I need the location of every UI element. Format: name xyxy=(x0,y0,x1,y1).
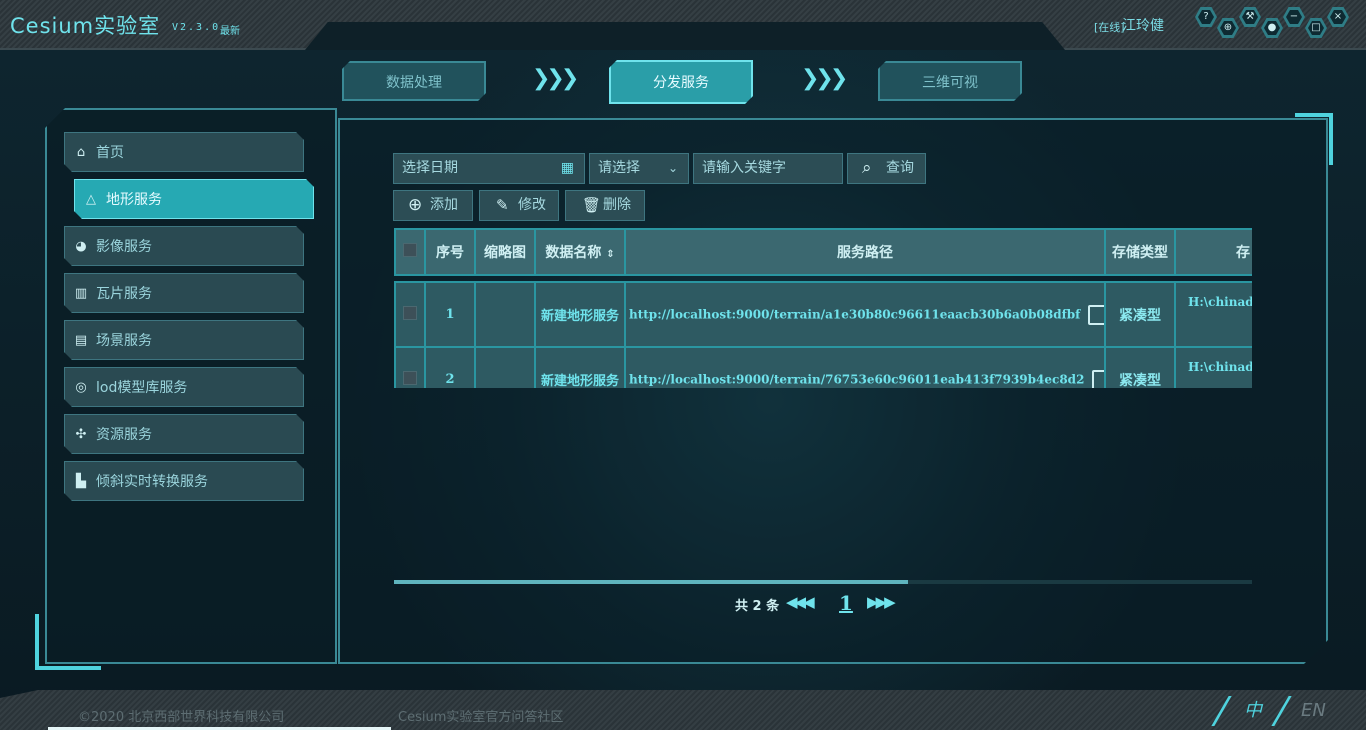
oblique-icon: ▙ xyxy=(76,474,86,489)
sidebar-item-oblique[interactable]: ▙ 倾斜实时转换服务 xyxy=(64,461,304,501)
row-name: 新建地形服务 xyxy=(534,346,626,388)
row-path-cell: http://localhost:9000/terrain/76753e60c9… xyxy=(624,346,1106,388)
terrain-icon: △ xyxy=(86,192,96,207)
tab-3d-visual[interactable]: 三维可视 xyxy=(878,61,1022,101)
query-label: 查询 xyxy=(886,160,914,176)
row-path: http://localhost:9000/terrain/76753e60c9… xyxy=(629,372,1085,386)
sidebar-item-terrain[interactable]: △ 地形服务 xyxy=(74,179,314,219)
sidebar-item-label: 场景服务 xyxy=(96,333,152,349)
current-page[interactable]: 1 xyxy=(839,591,853,615)
row-thumbnail xyxy=(474,281,536,348)
step-arrow-icon: ❯❯❯ xyxy=(801,66,848,91)
date-picker[interactable]: 选择日期 ▦ xyxy=(393,153,585,184)
add-label: 添加 xyxy=(430,197,458,213)
column-header: 服务路径 xyxy=(624,228,1106,276)
pager-total: 共 2 条 xyxy=(735,599,780,614)
tiles-icon: ▥ xyxy=(74,286,88,301)
prev-page-icon[interactable]: ◀◀◀ xyxy=(786,593,815,611)
column-header: 缩略图 xyxy=(474,228,536,276)
select-all-checkbox[interactable] xyxy=(403,243,417,257)
table-row[interactable]: 2 新建地形服务 http://localhost:9000/terrain/7… xyxy=(394,346,1252,388)
table-row[interactable]: 1 新建地形服务 http://localhost:9000/terrain/a… xyxy=(394,281,1252,348)
service-table: 序号 缩略图 数据名称 ⇕ 服务路径 存储类型 存 1 新建地形服务 http:… xyxy=(394,228,1252,388)
tab-distribute-service[interactable]: 分发服务 xyxy=(609,60,753,104)
scene-icon: ▤ xyxy=(74,333,88,348)
search-icon: ⌕ xyxy=(862,158,872,178)
sort-icon[interactable]: ⇕ xyxy=(606,249,614,260)
delete-label: 删除 xyxy=(603,197,631,213)
column-header: 序号 xyxy=(424,228,476,276)
app-title: Cesium实验室 xyxy=(10,14,161,38)
row-name: 新建地形服务 xyxy=(534,281,626,348)
tab-data-processing[interactable]: 数据处理 xyxy=(342,61,486,101)
corner-decoration xyxy=(1295,113,1333,165)
row-path: http://localhost:9000/terrain/a1e30b80c9… xyxy=(629,307,1081,321)
footer-community-link[interactable]: Cesium实验室官方问答社区 xyxy=(398,706,563,725)
home-icon: ⌂ xyxy=(76,145,86,160)
sidebar-item-label: 地形服务 xyxy=(106,192,162,208)
plus-circle-icon: ⊕ xyxy=(408,195,423,215)
calendar-icon: ▦ xyxy=(560,160,574,176)
type-select[interactable]: 请选择 ⌄ xyxy=(589,153,689,184)
sidebar-item-imagery[interactable]: ◕ 影像服务 xyxy=(64,226,304,266)
date-placeholder: 选择日期 xyxy=(402,160,458,176)
table-header-row: 序号 缩略图 数据名称 ⇕ 服务路径 存储类型 存 xyxy=(394,228,1252,276)
keyword-input[interactable]: 请输入关键字 xyxy=(693,153,843,184)
trash-icon: 🗑 xyxy=(582,196,602,214)
row-storage-path: H:\chinadi xyxy=(1174,281,1252,348)
copy-icon[interactable] xyxy=(1092,369,1103,388)
next-page-icon[interactable]: ▶▶▶ xyxy=(867,593,896,611)
select-value: 请选择 xyxy=(598,160,640,176)
sidebar-item-label: 瓦片服务 xyxy=(96,286,152,302)
query-button[interactable]: ⌕ 查询 xyxy=(847,153,926,184)
user-name[interactable]: 江玲健 xyxy=(1122,15,1164,35)
sidebar-item-resource[interactable]: ✣ 资源服务 xyxy=(64,414,304,454)
row-checkbox[interactable] xyxy=(403,305,417,320)
sidebar-item-tiles[interactable]: ▥ 瓦片服务 xyxy=(64,273,304,313)
sidebar-item-label: 资源服务 xyxy=(96,427,152,443)
row-index: 1 xyxy=(424,281,476,348)
scrollbar-thumb[interactable] xyxy=(394,580,908,584)
column-header: 存储类型 xyxy=(1104,228,1176,276)
row-storage-path: H:\chinadi xyxy=(1174,346,1252,388)
imagery-icon: ◕ xyxy=(75,239,87,254)
sidebar-item-label: lod模型库服务 xyxy=(96,380,188,396)
app-version: V2.3.0 xyxy=(172,22,221,33)
sidebar-item-label: 倾斜实时转换服务 xyxy=(96,474,208,490)
row-index: 2 xyxy=(424,346,476,388)
delete-button[interactable]: 🗑 删除 xyxy=(565,190,645,221)
column-header-sortable[interactable]: 数据名称 ⇕ xyxy=(534,228,626,276)
sidebar-item-label: 首页 xyxy=(96,145,124,161)
lod-icon: ◎ xyxy=(75,380,87,395)
edit-button[interactable]: ✎ 修改 xyxy=(479,190,559,221)
user-status: [在线] xyxy=(1094,21,1125,34)
sidebar-item-label: 影像服务 xyxy=(96,239,152,255)
row-thumbnail xyxy=(474,346,536,388)
row-storage-type: 紧凑型 xyxy=(1104,346,1176,388)
edit-label: 修改 xyxy=(518,197,546,213)
keyword-placeholder: 请输入关键字 xyxy=(702,160,786,176)
select-all-cell[interactable] xyxy=(394,228,426,276)
resource-icon: ✣ xyxy=(75,427,87,442)
row-checkbox[interactable] xyxy=(403,370,417,385)
row-storage-type: 紧凑型 xyxy=(1104,281,1176,348)
sidebar-item-scene[interactable]: ▤ 场景服务 xyxy=(64,320,304,360)
row-path-cell: http://localhost:9000/terrain/a1e30b80c9… xyxy=(624,281,1106,348)
version-badge: 最新 xyxy=(220,26,240,37)
sidebar-item-home[interactable]: ⌂ 首页 xyxy=(64,132,304,172)
add-button[interactable]: ⊕ 添加 xyxy=(393,190,473,221)
column-header: 存 xyxy=(1174,228,1252,276)
footer-copyright: ©2020 北京西部世界科技有限公司 xyxy=(78,710,285,725)
step-arrow-icon: ❯❯❯ xyxy=(532,66,579,91)
chevron-down-icon: ⌄ xyxy=(667,161,678,175)
sidebar-item-lod[interactable]: ◎ lod模型库服务 xyxy=(64,367,304,407)
corner-decoration xyxy=(35,614,101,670)
copy-icon[interactable] xyxy=(1088,304,1103,325)
horizontal-scrollbar[interactable] xyxy=(394,580,1252,584)
pencil-icon: ✎ xyxy=(496,196,509,214)
